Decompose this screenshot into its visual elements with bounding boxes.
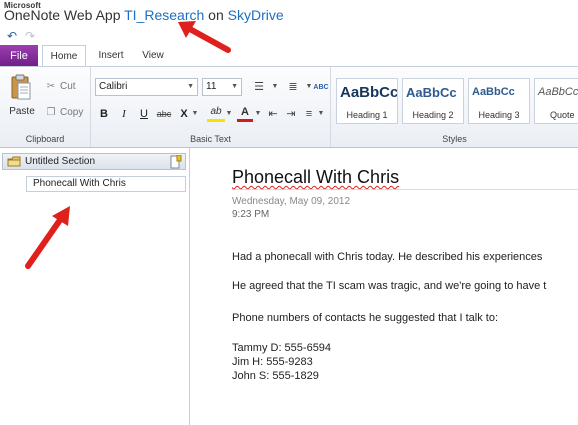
- scissors-icon: ✂: [46, 81, 56, 92]
- subscript-button[interactable]: X: [177, 106, 191, 122]
- style-quote[interactable]: AaBbCc Quote: [534, 78, 578, 124]
- style-sample: AaBbCc: [406, 85, 457, 100]
- page-title-text: Phonecall With Chris: [232, 167, 400, 187]
- style-heading-1[interactable]: AaBbCc Heading 1: [336, 78, 398, 124]
- page-title[interactable]: Phonecall With Chris: [232, 167, 578, 190]
- font-size-select[interactable]: 11 ▼: [202, 78, 242, 96]
- spelling-button[interactable]: ABC: [313, 80, 329, 96]
- style-heading-3[interactable]: AaBbCc Heading 3: [468, 78, 530, 124]
- redo-icon[interactable]: ↷: [22, 28, 38, 44]
- style-sample: AaBbCc: [340, 84, 398, 101]
- note-paragraph[interactable]: Phone numbers of contacts he suggested t…: [232, 312, 498, 324]
- strikethrough-icon: abc: [156, 109, 172, 119]
- numbered-list-icon: ≣: [288, 81, 298, 93]
- styles-group: AaBbCc Heading 1 AaBbCc Heading 2 AaBbCc…: [331, 67, 578, 147]
- note-paragraph[interactable]: Had a phonecall with Chris today. He des…: [232, 251, 542, 263]
- contact-line[interactable]: Jim H: 555-9283: [232, 355, 331, 369]
- page-date: Wednesday, May 09, 2012: [232, 196, 351, 207]
- highlighter-icon: ab: [210, 106, 222, 117]
- contact-line[interactable]: Tammy D: 555-6594: [232, 341, 331, 355]
- section-label: Untitled Section: [25, 156, 96, 167]
- align-dropdown[interactable]: ▼: [317, 106, 325, 122]
- ribbon-tabs: File Home Insert View: [0, 45, 578, 67]
- app-title: OneNote Web App TI_Research on SkyDrive: [4, 7, 284, 23]
- tab-home[interactable]: Home: [42, 45, 86, 67]
- basic-text-group: Calibri ▼ 11 ▼ ☰ ▼ ≣ ▼ ABC B I U abc X ▼…: [91, 67, 331, 147]
- spelling-label: ABC: [313, 84, 329, 91]
- new-page-icon[interactable]: [170, 155, 182, 169]
- align-left-icon: ≡: [305, 108, 313, 120]
- cut-label: Cut: [60, 81, 76, 92]
- copy-button[interactable]: ❐ Copy: [44, 105, 84, 121]
- cut-button[interactable]: ✂ Cut: [44, 79, 76, 95]
- paste-button[interactable]: Paste: [4, 72, 40, 118]
- tab-insert[interactable]: Insert: [90, 45, 132, 67]
- contact-list: Tammy D: 555-6594 Jim H: 555-9283 John S…: [232, 341, 331, 383]
- copy-icon: ❐: [46, 107, 56, 118]
- section-item[interactable]: Untitled Section: [2, 153, 186, 170]
- numbering-button[interactable]: ≣: [283, 79, 303, 95]
- styles-group-label: Styles: [442, 134, 467, 144]
- chevron-down-icon: ▼: [231, 83, 238, 90]
- font-name-value: Calibri: [99, 81, 128, 92]
- strikethrough-button[interactable]: abc: [153, 106, 175, 122]
- font-size-value: 11: [206, 81, 217, 92]
- basic-text-group-label: Basic Text: [190, 134, 231, 144]
- highlight-dropdown[interactable]: ▼: [225, 106, 233, 122]
- page-item-label: Phonecall With Chris: [33, 178, 126, 189]
- outdent-button[interactable]: ⇤: [265, 106, 281, 122]
- page-item[interactable]: Phonecall With Chris: [26, 176, 186, 192]
- skydrive-link[interactable]: SkyDrive: [228, 7, 284, 23]
- bullets-dropdown[interactable]: ▼: [271, 79, 279, 95]
- note-paragraph[interactable]: He agreed that the TI scam was tragic, a…: [232, 280, 546, 292]
- ribbon: Paste ✂ Cut ❐ Copy Clipboard Calibri ▼ 11 …: [0, 66, 578, 148]
- bullet-list-icon: ☰: [254, 81, 264, 93]
- style-label: Heading 2: [412, 110, 454, 120]
- font-color-icon: A: [241, 106, 249, 118]
- page-time: 9:23 PM: [232, 209, 270, 220]
- tab-file[interactable]: File: [0, 45, 38, 67]
- tab-view[interactable]: View: [134, 45, 172, 67]
- style-label: Quote: [550, 110, 575, 120]
- align-button[interactable]: ≡: [301, 106, 317, 122]
- underline-button[interactable]: U: [137, 106, 151, 122]
- outdent-icon: ⇤: [268, 108, 278, 120]
- style-sample: AaBbCc: [472, 86, 515, 98]
- page-canvas[interactable]: Phonecall With Chris Wednesday, May 09, …: [191, 148, 578, 425]
- italic-button[interactable]: I: [117, 106, 131, 122]
- section-icon: [7, 156, 21, 167]
- chevron-down-icon: ▼: [187, 83, 194, 90]
- clipboard-group-label: Clipboard: [25, 134, 65, 144]
- bold-icon: B: [100, 108, 108, 120]
- underline-icon: U: [140, 108, 148, 120]
- paste-label: Paste: [9, 106, 35, 117]
- bold-button[interactable]: B: [97, 106, 111, 122]
- font-color-button[interactable]: A: [237, 104, 253, 122]
- font-name-select[interactable]: Calibri ▼: [95, 78, 198, 96]
- undo-icon[interactable]: ↶: [4, 28, 20, 44]
- copy-label: Copy: [60, 107, 84, 118]
- highlight-button[interactable]: ab: [207, 104, 225, 122]
- font-color-dropdown[interactable]: ▼: [254, 106, 262, 122]
- style-label: Heading 1: [346, 110, 388, 120]
- annotation-arrow-icon: [25, 206, 70, 269]
- subscript-icon: X: [180, 108, 188, 120]
- paste-icon: [11, 74, 31, 100]
- indent-icon: ⇥: [286, 108, 296, 120]
- contact-line[interactable]: John S: 555-1829: [232, 369, 331, 383]
- annotation-arrow-icon: [178, 21, 231, 53]
- style-sample: AaBbCc: [538, 86, 578, 98]
- subscript-dropdown[interactable]: ▼: [191, 106, 199, 122]
- app-name: OneNote Web App: [4, 7, 121, 23]
- numbering-dropdown[interactable]: ▼: [305, 79, 313, 95]
- clipboard-group: Paste ✂ Cut ❐ Copy Clipboard: [0, 67, 91, 147]
- indent-button[interactable]: ⇥: [283, 106, 299, 122]
- navigation-pane: Untitled Section Phonecall With Chris: [0, 148, 190, 425]
- title-bar: Microsoft OneNote Web App TI_Research on…: [0, 0, 578, 28]
- style-label: Heading 3: [478, 110, 520, 120]
- style-heading-2[interactable]: AaBbCc Heading 2: [402, 78, 464, 124]
- bullets-button[interactable]: ☰: [249, 79, 269, 95]
- italic-icon: I: [122, 108, 126, 120]
